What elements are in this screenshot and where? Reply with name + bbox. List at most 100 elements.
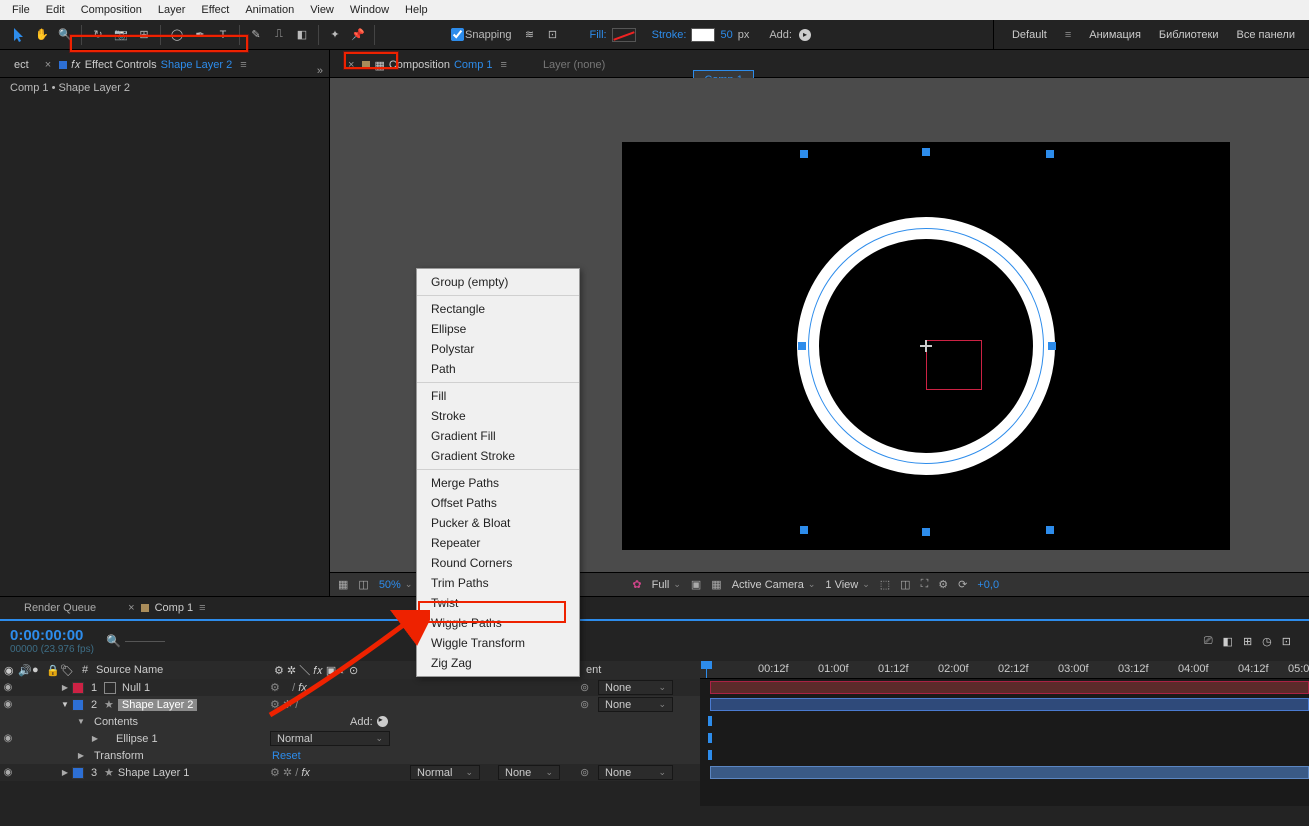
grid-icon[interactable]: ▦ bbox=[338, 578, 348, 591]
panel-menu-icon[interactable]: ≡ bbox=[240, 59, 246, 71]
layer-row-1[interactable]: ◉ ▶ 1 Null 1 ⚙ / fx ⊚ None bbox=[0, 679, 700, 696]
ctx-fill[interactable]: Fill bbox=[417, 386, 579, 406]
ctx-round-corners[interactable]: Round Corners bbox=[417, 553, 579, 573]
layer-name[interactable]: Shape Layer 2 bbox=[118, 699, 198, 711]
parent-dropdown[interactable]: None bbox=[598, 765, 673, 780]
col-source-name[interactable]: Source Name bbox=[92, 664, 700, 676]
color-mgmt-icon[interactable]: ✿ bbox=[632, 578, 641, 591]
stroke-swatch[interactable] bbox=[691, 28, 715, 42]
tab-close-icon[interactable]: × bbox=[45, 59, 51, 71]
shape-add-button[interactable]: Add: bbox=[350, 716, 388, 728]
selection-tool[interactable] bbox=[8, 24, 30, 46]
workspace-animation[interactable]: Анимация bbox=[1089, 29, 1141, 41]
parent-pickwhip-icon[interactable]: ⊚ bbox=[580, 698, 589, 711]
stroke-label[interactable]: Stroke: bbox=[652, 29, 687, 41]
ctx-polystar[interactable]: Polystar bbox=[417, 339, 579, 359]
col-parent[interactable]: ent bbox=[582, 664, 605, 676]
ellipse-group-name[interactable]: Ellipse 1 bbox=[116, 733, 158, 745]
playhead[interactable] bbox=[706, 661, 707, 678]
ctx-ellipse[interactable]: Ellipse bbox=[417, 319, 579, 339]
ctx-path[interactable]: Path bbox=[417, 359, 579, 379]
panel-tab-effect-controls[interactable]: × 𝑓𝑥 Effect Controls Shape Layer 2 ≡ bbox=[37, 53, 255, 77]
blend-mode-dropdown[interactable]: Normal bbox=[410, 765, 480, 780]
bbox-handle-sw[interactable] bbox=[800, 526, 808, 534]
layer-row-3[interactable]: ◉ ▶ 3 ★ Shape Layer 1 ⚙ ✲ / fx Normal No… bbox=[0, 764, 700, 781]
workspace-libraries[interactable]: Библиотеки bbox=[1159, 29, 1219, 41]
preview-opt4-icon[interactable]: ⚙ bbox=[938, 578, 948, 591]
tab-render-queue[interactable]: Render Queue bbox=[24, 602, 96, 614]
parent-pickwhip-icon[interactable]: ⊚ bbox=[580, 681, 589, 694]
ctx-gradient-fill[interactable]: Gradient Fill bbox=[417, 426, 579, 446]
expand-toggle[interactable]: ▼ bbox=[58, 700, 72, 709]
reset-link[interactable]: Reset bbox=[272, 750, 301, 762]
comp-viewport[interactable] bbox=[622, 142, 1230, 550]
menu-window[interactable]: Window bbox=[342, 2, 397, 18]
menu-layer[interactable]: Layer bbox=[150, 2, 194, 18]
current-timecode[interactable]: 0:00:00:00 bbox=[10, 627, 94, 644]
refresh-icon[interactable]: ⟳ bbox=[958, 578, 967, 591]
layer-name[interactable]: Shape Layer 1 bbox=[118, 767, 190, 779]
fill-swatch[interactable] bbox=[612, 28, 636, 42]
layer-row-2-ellipse[interactable]: ◉▶ Ellipse 1 Normal bbox=[0, 730, 700, 747]
eraser-tool[interactable]: ◧ bbox=[291, 24, 313, 46]
tl-icon-4[interactable]: ◷ bbox=[1262, 635, 1272, 648]
preview-opt1-icon[interactable]: ⬚ bbox=[880, 578, 890, 591]
rect-tool[interactable]: ◯ bbox=[166, 24, 188, 46]
menu-help[interactable]: Help bbox=[397, 2, 436, 18]
menu-view[interactable]: View bbox=[302, 2, 342, 18]
snap-opt-icon[interactable]: ≋ bbox=[519, 24, 541, 46]
track-layer-1[interactable] bbox=[700, 679, 1309, 696]
visibility-toggle[interactable]: ◉ bbox=[0, 682, 16, 693]
roi-icon[interactable]: ▣ bbox=[691, 578, 701, 591]
menu-animation[interactable]: Animation bbox=[237, 2, 302, 18]
menu-edit[interactable]: Edit bbox=[38, 2, 73, 18]
ctx-repeater[interactable]: Repeater bbox=[417, 533, 579, 553]
ctx-pucker-bloat[interactable]: Pucker & Bloat bbox=[417, 513, 579, 533]
snapping-checkbox[interactable] bbox=[451, 28, 464, 41]
panel-menu-icon[interactable]: ≡ bbox=[199, 602, 205, 614]
timeline-search[interactable]: 🔍 bbox=[106, 634, 165, 648]
comp-panel-menu-icon[interactable]: ≡ bbox=[501, 59, 507, 71]
snap-grid-icon[interactable]: ⊡ bbox=[542, 24, 564, 46]
workspace-allpanels[interactable]: Все панели bbox=[1237, 29, 1295, 41]
camera-tool[interactable]: 📷 bbox=[110, 24, 132, 46]
resolution-dropdown[interactable]: Full bbox=[652, 579, 681, 591]
transparency-icon[interactable]: ▦ bbox=[711, 578, 721, 591]
tl-icon-5[interactable]: ⊡ bbox=[1282, 635, 1291, 648]
zoom-tool[interactable]: 🔍 bbox=[54, 24, 76, 46]
text-tool[interactable]: T bbox=[212, 24, 234, 46]
stroke-value[interactable]: 50 bbox=[720, 29, 732, 41]
roto-tool[interactable]: ✦ bbox=[324, 24, 346, 46]
menu-composition[interactable]: Composition bbox=[73, 2, 150, 18]
bbox-handle-s[interactable] bbox=[922, 528, 930, 536]
bbox-handle-n[interactable] bbox=[922, 148, 930, 156]
anchor-point-icon[interactable] bbox=[920, 340, 932, 352]
stamp-tool[interactable]: ⎍ bbox=[268, 24, 290, 46]
ctx-wiggle-paths[interactable]: Wiggle Paths bbox=[417, 613, 579, 633]
ctx-gradient-stroke[interactable]: Gradient Stroke bbox=[417, 446, 579, 466]
views-dropdown[interactable]: 1 View bbox=[825, 579, 869, 591]
camera-dropdown[interactable]: Active Camera bbox=[732, 579, 816, 591]
layer-row-2[interactable]: ◉ ▼ 2 ★ Shape Layer 2 ⚙ ✲ / ⊚ None bbox=[0, 696, 700, 713]
orbit-tool[interactable]: ↻ bbox=[87, 24, 109, 46]
track-layer-2[interactable] bbox=[700, 696, 1309, 713]
bbox-handle-w[interactable] bbox=[798, 342, 806, 350]
ctx-offset-paths[interactable]: Offset Paths bbox=[417, 493, 579, 513]
menu-file[interactable]: File bbox=[4, 2, 38, 18]
timeline-tracks[interactable]: 00:12f 01:00f 01:12f 02:00f 02:12f 03:00… bbox=[700, 661, 1309, 806]
ctx-stroke[interactable]: Stroke bbox=[417, 406, 579, 426]
comp-tab-close-icon[interactable]: × bbox=[348, 59, 354, 71]
bbox-handle-e[interactable] bbox=[1048, 342, 1056, 350]
layer-tab[interactable]: Layer (none) bbox=[535, 53, 613, 77]
tl-icon-1[interactable]: ⎚ bbox=[1204, 635, 1213, 648]
exposure-value[interactable]: +0,0 bbox=[977, 579, 999, 591]
workspace-menu-icon[interactable]: ≡ bbox=[1065, 29, 1071, 41]
layer-row-2-contents[interactable]: ▼ Contents Add: bbox=[0, 713, 700, 730]
parent-pickwhip-icon[interactable]: ⊚ bbox=[580, 766, 589, 779]
track-layer-3[interactable] bbox=[700, 764, 1309, 781]
ctx-wiggle-transform[interactable]: Wiggle Transform bbox=[417, 633, 579, 653]
hand-tool[interactable]: ✋ bbox=[31, 24, 53, 46]
trkmat-dropdown[interactable]: None bbox=[498, 765, 560, 780]
pen-tool[interactable]: ✒ bbox=[189, 24, 211, 46]
alpha-icon[interactable]: ◫ bbox=[358, 578, 368, 591]
